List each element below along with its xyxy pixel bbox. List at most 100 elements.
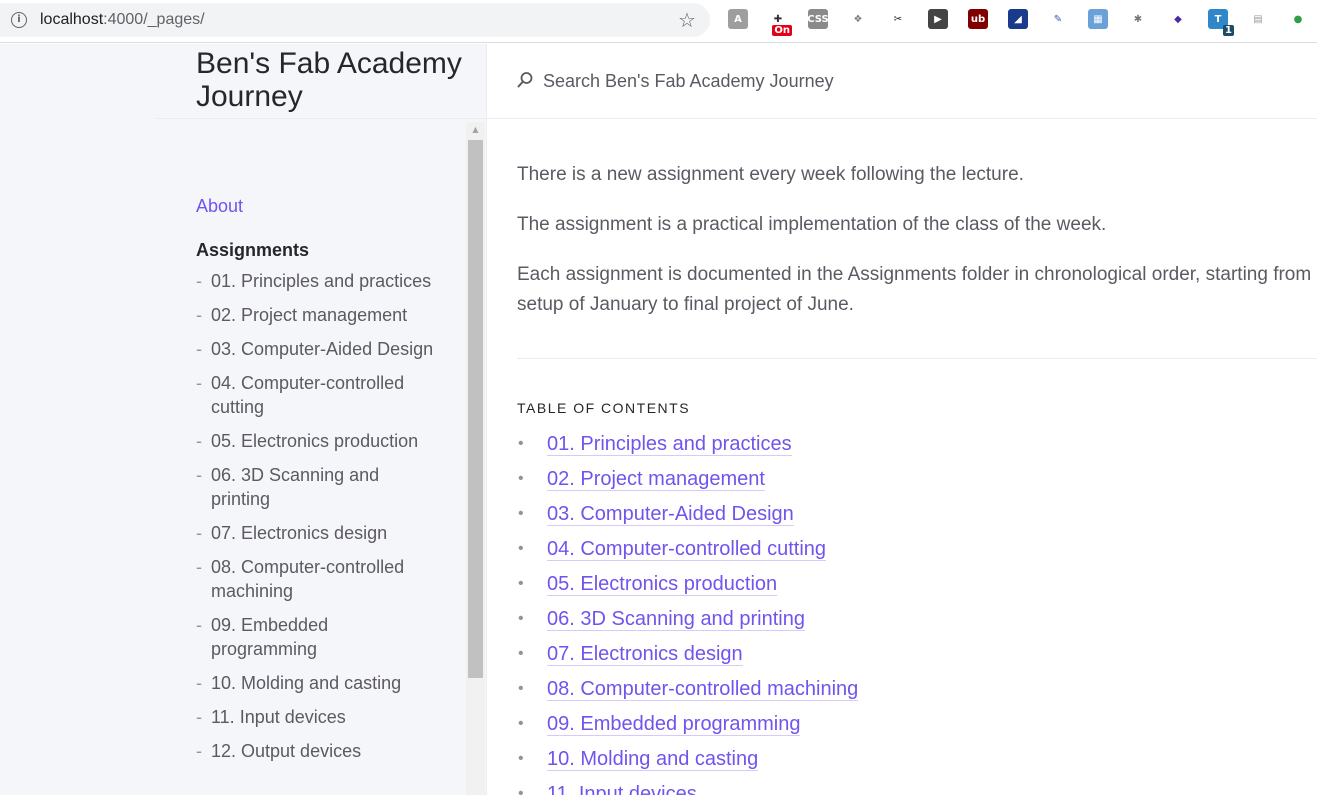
nav-about-link[interactable]: About (196, 196, 456, 216)
sidebar-nav-item[interactable]: -04. Computer-controlled cutting (196, 366, 436, 424)
nav-dash: - (196, 431, 202, 451)
site-title[interactable]: Ben's Fab Academy Journey (196, 47, 466, 113)
toc-bullet: • (518, 610, 524, 627)
ublock-icon[interactable]: ub (968, 9, 988, 29)
toc-link[interactable]: 04. Computer-controlled cutting (547, 538, 827, 561)
globe-extension-icon[interactable]: ● (1288, 9, 1308, 29)
font-extension-icon[interactable]: A (728, 9, 748, 29)
sidebar-nav-item[interactable]: -06. 3D Scanning and printing (196, 458, 436, 516)
sidebar-nav-item[interactable]: -02. Project management (196, 298, 436, 332)
toc-item: • 09. Embedded programming (517, 710, 858, 745)
sidebar-nav-item[interactable]: -05. Electronics production (196, 424, 436, 458)
title-divider (155, 118, 487, 119)
sidebar-nav: About Assignments -01. Principles and pr… (196, 196, 456, 768)
nav-dash: - (196, 305, 202, 325)
url-path: :4000/_pages/ (103, 11, 205, 28)
nav-dash: - (196, 339, 202, 359)
nav-dash: - (196, 741, 202, 761)
sidebar-nav-item[interactable]: -01. Principles and practices (196, 264, 436, 298)
sidebar-nav-item-label: 04. Computer-controlled cutting (211, 373, 405, 417)
sidebar-nav-item[interactable]: -08. Computer-controlled machining (196, 550, 436, 608)
toc-item: • 06. 3D Scanning and printing (517, 605, 858, 640)
toc-item: • 08. Computer-controlled machining (517, 675, 859, 710)
toc-item: • 05. Electronics production (517, 570, 858, 605)
toc-bullet: • (518, 750, 524, 767)
tab-manager-icon[interactable]: T1 (1208, 9, 1234, 36)
toc-list: • 01. Principles and practices • 02. Projec… (517, 430, 859, 795)
sidebar-nav-item-label: 01. Principles and practices (211, 271, 432, 291)
bookmark-star-icon[interactable]: ☆ (678, 8, 696, 32)
sidebar-nav-item[interactable]: -07. Electronics design (196, 516, 436, 550)
eyedropper-icon[interactable]: ✎ (1048, 9, 1068, 29)
toc-link[interactable]: 08. Computer-controlled machining (547, 678, 859, 701)
intro-paragraph-1: There is a new assignment every week fol… (517, 164, 1024, 185)
toc-link[interactable]: 03. Computer-Aided Design (547, 503, 794, 526)
css-viewer-icon[interactable]: CSS (807, 9, 829, 29)
nav-list: -01. Principles and practices -02. Projec… (196, 264, 456, 768)
sidebar-nav-item-label: 11. Input devices (211, 707, 346, 727)
sidebar-nav-item[interactable]: -09. Embedded programming (196, 608, 436, 666)
search-input[interactable] (543, 68, 1283, 94)
sidebar-nav-item-label: 03. Computer-Aided Design (211, 339, 434, 359)
toc-bullet: • (518, 540, 524, 557)
sidebar-nav-item-label: 10. Molding and casting (211, 673, 402, 693)
url-text[interactable]: localhost:4000/_pages/ (40, 11, 205, 29)
scroll-up-arrow-icon[interactable]: ▲ (466, 122, 485, 138)
color-extension-icon[interactable]: ◢ (1008, 9, 1028, 29)
toc-bullet: • (518, 575, 524, 592)
intro-paragraph-2: The assignment is a practical implementa… (517, 214, 1107, 235)
header-divider (487, 118, 1317, 119)
toc-link[interactable]: 09. Embedded programming (547, 713, 801, 736)
grid-extension-icon[interactable]: ▤ (1248, 9, 1268, 29)
toc-link[interactable]: 02. Project management (547, 468, 765, 491)
extension-badge: 1 (1223, 25, 1234, 36)
nav-dash: - (196, 557, 202, 577)
toc-bullet: • (518, 470, 524, 487)
toc-link[interactable]: 07. Electronics design (547, 643, 743, 666)
toc-link[interactable]: 11. Input devices (547, 783, 697, 795)
toc-item: • 03. Computer-Aided Design (517, 500, 858, 535)
sidebar-nav-item-label: 07. Electronics design (211, 523, 388, 543)
browser-toolbar: i localhost:4000/_pages/ ☆ A ✚ On CSS ❖ ✂ ▶ ub ◢… (0, 0, 1317, 43)
toc-title: TABLE OF CONTENTS (517, 400, 691, 416)
toc-item: • 01. Principles and practices (517, 430, 858, 465)
toc-bullet: • (518, 435, 524, 452)
sidebar-nav-item[interactable]: -11. Input devices (196, 700, 436, 734)
toc-link[interactable]: 06. 3D Scanning and printing (547, 608, 805, 631)
sidebar-nav-item-label: 08. Computer-controlled machining (211, 557, 405, 601)
search-icon (517, 72, 533, 88)
sidebar-nav-item[interactable]: -10. Molding and casting (196, 666, 436, 700)
toc-link[interactable]: 05. Electronics production (547, 573, 778, 596)
address-bar[interactable]: i localhost:4000/_pages/ ☆ (0, 3, 710, 37)
sidebar-nav-item-label: 06. 3D Scanning and printing (211, 465, 380, 509)
sidebar-nav-item-label: 05. Electronics production (211, 431, 419, 451)
main-content: There is a new assignment every week fol… (517, 160, 1317, 340)
layers-extension-icon[interactable]: ◆ (1168, 9, 1188, 29)
nav-heading-assignments[interactable]: Assignments (196, 240, 456, 260)
site-info-icon[interactable]: i (11, 12, 27, 28)
nav-dash: - (196, 373, 202, 393)
toc-bullet: • (518, 785, 524, 795)
bug-extension-icon[interactable]: ✱ (1128, 9, 1148, 29)
nav-dash: - (196, 271, 202, 291)
toc-link[interactable]: 10. Molding and casting (547, 748, 759, 771)
sidebar-nav-item[interactable]: -03. Computer-Aided Design (196, 332, 436, 366)
toc-bullet: • (518, 505, 524, 522)
toc-item: • 10. Molding and casting (517, 745, 858, 780)
sidebar-nav-item-label: 09. Embedded programming (211, 615, 329, 659)
image-extension-icon[interactable]: ▦ (1088, 9, 1108, 29)
nav-dash: - (196, 523, 202, 543)
sidebar-scrollbar-thumb[interactable] (468, 140, 483, 678)
toc-item: • 07. Electronics design (517, 640, 858, 675)
shortcut-extension-icon[interactable]: ✚ On (768, 9, 792, 36)
video-extension-icon[interactable]: ▶ (928, 9, 948, 29)
nav-dash: - (196, 707, 202, 727)
nav-dash: - (196, 615, 202, 635)
dropbox-icon[interactable]: ❖ (848, 9, 868, 29)
sidebar-nav-item[interactable]: -12. Output devices (196, 734, 436, 768)
toc-link[interactable]: 01. Principles and practices (547, 433, 792, 456)
url-host: localhost (40, 11, 104, 28)
toc-bullet: • (518, 715, 524, 732)
tools-extension-icon[interactable]: ✂ (888, 9, 908, 29)
toc-item: • 02. Project management (517, 465, 858, 500)
